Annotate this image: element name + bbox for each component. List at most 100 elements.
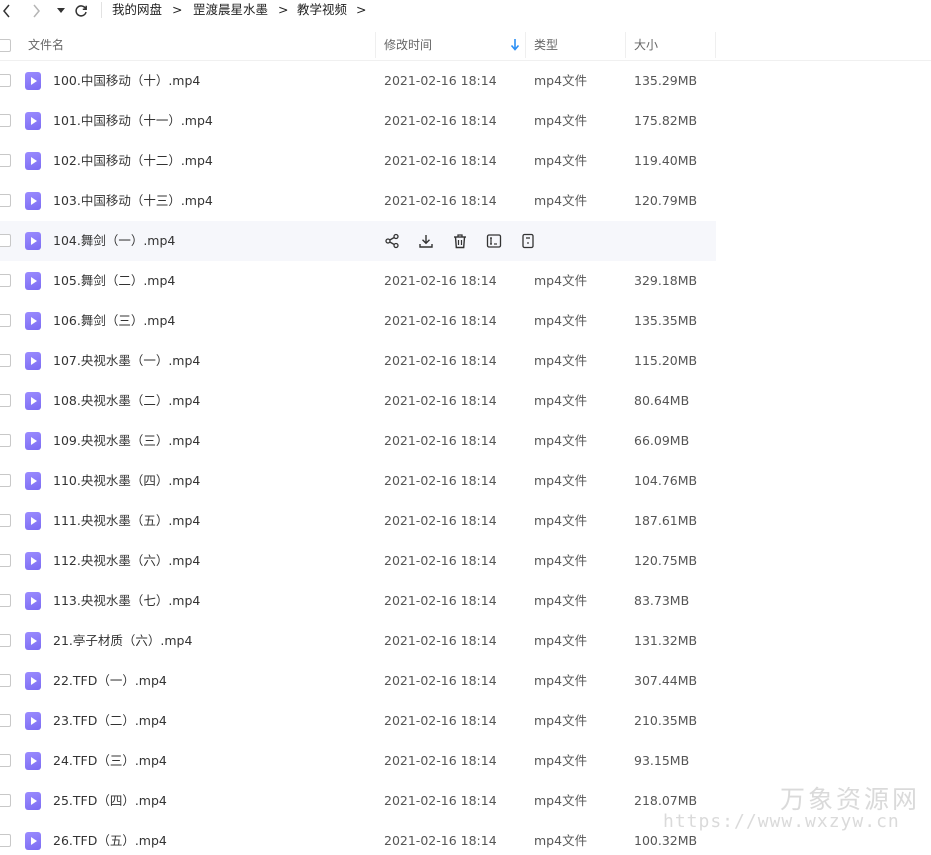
file-size: 187.61MB xyxy=(634,513,698,528)
row-checkbox[interactable] xyxy=(0,434,11,447)
file-row[interactable]: 26.TFD（五）.mp4 2021-02-16 18:14 mp4文件 100.32… xyxy=(0,821,716,855)
file-row[interactable]: 108.央视水墨（二）.mp4 2021-02-16 18:14 mp4文件 80.6… xyxy=(0,381,716,421)
more-button[interactable] xyxy=(520,233,536,249)
file-name[interactable]: 109.央视水墨（三）.mp4 xyxy=(53,421,200,461)
file-name[interactable]: 111.央视水墨（五）.mp4 xyxy=(53,501,200,541)
row-checkbox[interactable] xyxy=(0,354,11,367)
column-header-size[interactable]: 大小 xyxy=(634,30,658,60)
file-name[interactable]: 26.TFD（五）.mp4 xyxy=(53,821,167,855)
video-file-icon xyxy=(25,472,41,490)
row-checkbox[interactable] xyxy=(0,474,11,487)
file-row[interactable]: 25.TFD（四）.mp4 2021-02-16 18:14 mp4文件 218.07… xyxy=(0,781,716,821)
back-button[interactable] xyxy=(0,0,14,22)
video-file-icon xyxy=(25,232,41,250)
file-name[interactable]: 23.TFD（二）.mp4 xyxy=(53,701,167,741)
file-row[interactable]: 24.TFD（三）.mp4 2021-02-16 18:14 mp4文件 93.15M… xyxy=(0,741,716,781)
row-checkbox[interactable] xyxy=(0,594,11,607)
file-name[interactable]: 25.TFD（四）.mp4 xyxy=(53,781,167,821)
file-row[interactable]: 107.央视水墨（一）.mp4 2021-02-16 18:14 mp4文件 115.… xyxy=(0,341,716,381)
file-name[interactable]: 24.TFD（三）.mp4 xyxy=(53,741,167,781)
file-type: mp4文件 xyxy=(534,713,588,728)
file-size: 66.09MB xyxy=(634,433,690,448)
file-row[interactable]: 112.央视水墨（六）.mp4 2021-02-16 18:14 mp4文件 120.… xyxy=(0,541,716,581)
select-all-checkbox[interactable] xyxy=(0,39,11,52)
row-checkbox[interactable] xyxy=(0,314,11,327)
file-name[interactable]: 105.舞剑（二）.mp4 xyxy=(53,261,175,301)
row-checkbox[interactable] xyxy=(0,514,11,527)
video-file-icon xyxy=(25,592,41,610)
file-name[interactable]: 22.TFD（一）.mp4 xyxy=(53,661,167,701)
column-header-name[interactable]: 文件名 xyxy=(28,30,64,60)
file-type: mp4文件 xyxy=(534,153,588,168)
file-row[interactable]: 21.亭子材质（六）.mp4 2021-02-16 18:14 mp4文件 131.3… xyxy=(0,621,716,661)
file-size: 119.40MB xyxy=(634,153,698,168)
file-name[interactable]: 101.中国移动（十一）.mp4 xyxy=(53,101,213,141)
file-row[interactable]: 109.央视水墨（三）.mp4 2021-02-16 18:14 mp4文件 66.0… xyxy=(0,421,716,461)
row-checkbox[interactable] xyxy=(0,754,11,767)
forward-button[interactable] xyxy=(28,0,44,22)
column-divider xyxy=(625,32,626,58)
breadcrumb-my-drive[interactable]: 我的网盘 xyxy=(112,2,162,18)
file-row[interactable]: 101.中国移动（十一）.mp4 2021-02-16 18:14 mp4文件 175… xyxy=(0,101,716,141)
file-size: 83.73MB xyxy=(634,593,690,608)
file-name[interactable]: 21.亭子材质（六）.mp4 xyxy=(53,621,192,661)
file-row[interactable]: 23.TFD（二）.mp4 2021-02-16 18:14 mp4文件 210.35… xyxy=(0,701,716,741)
file-row[interactable]: 102.中国移动（十二）.mp4 2021-02-16 18:14 mp4文件 119… xyxy=(0,141,716,181)
file-row[interactable]: 111.央视水墨（五）.mp4 2021-02-16 18:14 mp4文件 187.… xyxy=(0,501,716,541)
file-name[interactable]: 113.央视水墨（七）.mp4 xyxy=(53,581,200,621)
file-row[interactable]: 22.TFD（一）.mp4 2021-02-16 18:14 mp4文件 307.44… xyxy=(0,661,716,701)
row-checkbox[interactable] xyxy=(0,234,11,247)
file-type: mp4文件 xyxy=(534,833,588,848)
file-name[interactable]: 106.舞剑（三）.mp4 xyxy=(53,301,175,341)
column-divider xyxy=(525,32,526,58)
row-checkbox[interactable] xyxy=(0,394,11,407)
row-checkbox[interactable] xyxy=(0,834,11,847)
file-name[interactable]: 112.央视水墨（六）.mp4 xyxy=(53,541,200,581)
row-checkbox[interactable] xyxy=(0,114,11,127)
row-checkbox[interactable] xyxy=(0,154,11,167)
video-file-icon xyxy=(25,752,41,770)
sort-descending-icon[interactable] xyxy=(510,39,520,51)
file-name[interactable]: 100.中国移动（十）.mp4 xyxy=(53,61,200,101)
row-checkbox[interactable] xyxy=(0,714,11,727)
file-type: mp4文件 xyxy=(534,193,588,208)
refresh-button[interactable] xyxy=(72,0,90,22)
file-name[interactable]: 110.央视水墨（四）.mp4 xyxy=(53,461,200,501)
file-name[interactable]: 104.舞剑（一）.mp4 xyxy=(53,221,175,261)
download-button[interactable] xyxy=(418,233,434,249)
delete-button[interactable] xyxy=(452,233,468,249)
breadcrumb-current-folder[interactable]: 教学视频 xyxy=(297,2,347,18)
file-name[interactable]: 107.央视水墨（一）.mp4 xyxy=(53,341,200,381)
file-row[interactable]: 113.央视水墨（七）.mp4 2021-02-16 18:14 mp4文件 83.7… xyxy=(0,581,716,621)
history-dropdown-button[interactable] xyxy=(54,0,68,22)
column-divider xyxy=(715,32,716,58)
rename-button[interactable] xyxy=(486,233,502,249)
file-name[interactable]: 102.中国移动（十二）.mp4 xyxy=(53,141,213,181)
file-name[interactable]: 103.中国移动（十三）.mp4 xyxy=(53,181,213,221)
file-name[interactable]: 108.央视水墨（二）.mp4 xyxy=(53,381,200,421)
breadcrumb-folder[interactable]: 罡渡晨星水墨 xyxy=(193,2,268,18)
file-row[interactable]: 100.中国移动（十）.mp4 2021-02-16 18:14 mp4文件 135.… xyxy=(0,61,716,101)
file-row[interactable]: 103.中国移动（十三）.mp4 2021-02-16 18:14 mp4文件 120… xyxy=(0,181,716,221)
file-row[interactable]: 105.舞剑（二）.mp4 2021-02-16 18:14 mp4文件 329.18… xyxy=(0,261,716,301)
share-button[interactable] xyxy=(384,233,400,249)
file-type: mp4文件 xyxy=(534,353,588,368)
row-checkbox[interactable] xyxy=(0,74,11,87)
share-icon xyxy=(385,233,399,249)
row-checkbox[interactable] xyxy=(0,194,11,207)
column-divider xyxy=(375,32,376,58)
row-checkbox[interactable] xyxy=(0,674,11,687)
column-header-modified[interactable]: 修改时间 xyxy=(384,30,432,60)
row-checkbox[interactable] xyxy=(0,274,11,287)
file-row[interactable]: 104.舞剑（一）.mp4 xyxy=(0,221,716,261)
column-header-type[interactable]: 类型 xyxy=(534,30,558,60)
modified-time: 2021-02-16 18:14 xyxy=(384,553,497,568)
row-checkbox[interactable] xyxy=(0,554,11,567)
row-checkbox[interactable] xyxy=(0,794,11,807)
modified-time: 2021-02-16 18:14 xyxy=(384,113,497,128)
row-checkbox[interactable] xyxy=(0,634,11,647)
video-file-icon xyxy=(25,832,41,850)
file-row[interactable]: 106.舞剑（三）.mp4 2021-02-16 18:14 mp4文件 135.35… xyxy=(0,301,716,341)
file-row[interactable]: 110.央视水墨（四）.mp4 2021-02-16 18:14 mp4文件 104.… xyxy=(0,461,716,501)
file-type: mp4文件 xyxy=(534,393,588,408)
